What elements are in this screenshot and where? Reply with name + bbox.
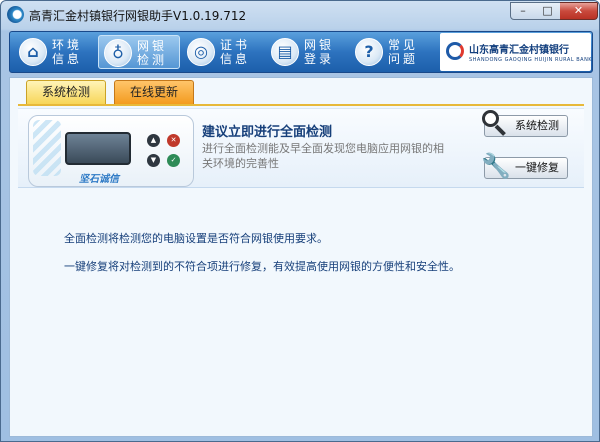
nav-item-faq[interactable]: ? 常见问题 xyxy=(350,35,432,69)
nav-item-label: 网银登录 xyxy=(304,38,335,66)
bank-logo-icon xyxy=(446,42,464,60)
recommendation-title: 建议立即进行全面检测 xyxy=(202,125,333,140)
one-click-repair-label: 一键修复 xyxy=(515,161,559,174)
home-icon: ⌂ xyxy=(19,38,47,66)
info-text-repair: 一键修复将对检测到的不符合项进行修复，有效提高使用网银的方便性和安全性。 xyxy=(64,260,460,273)
device-screen xyxy=(65,132,131,165)
minimize-icon: – xyxy=(520,4,526,17)
nav-item-label: 网银检测 xyxy=(137,39,168,67)
tab-divider xyxy=(18,104,584,106)
login-icon: ▤ xyxy=(271,38,299,66)
stethoscope-icon: ♁ xyxy=(104,39,132,67)
system-check-button[interactable]: 系统检测 xyxy=(482,110,568,137)
app-window: 高青汇金村镇银行网银助手V1.0.19.712 – □ ✕ ⌂ 环境信息 ♁ 网… xyxy=(0,0,600,442)
device-up-icon: ▲ xyxy=(147,134,160,147)
device-down-icon: ▼ xyxy=(147,154,160,167)
bank-name: 山东高青汇金村镇银行 xyxy=(469,45,569,56)
magnifier-icon xyxy=(481,109,511,139)
minimize-button[interactable]: – xyxy=(510,2,536,20)
nav-item-label: 常见问题 xyxy=(388,38,419,66)
question-icon: ? xyxy=(355,38,383,66)
nav-item-label: 证书信息 xyxy=(220,38,251,66)
tab-system-check[interactable]: 系统检测 xyxy=(26,80,106,104)
content-area: 系统检测 在线更新 ▲ ✕ ▼ ✓ 坚石诚信 建议立即进行全面检测 进行全面检测… xyxy=(9,77,593,437)
usb-key-device-image: ▲ ✕ ▼ ✓ 坚石诚信 xyxy=(28,115,194,187)
maximize-icon: □ xyxy=(542,4,553,17)
tab-online-update[interactable]: 在线更新 xyxy=(114,80,194,104)
title-bar[interactable]: 高青汇金村镇银行网银助手V1.0.19.712 – □ ✕ xyxy=(1,1,599,29)
nav-item-login[interactable]: ▤ 网银登录 xyxy=(266,35,348,69)
device-brand: 坚石诚信 xyxy=(79,174,119,185)
one-click-repair-button[interactable]: 🔧 一键修复 xyxy=(481,152,568,180)
close-button[interactable]: ✕ xyxy=(560,2,598,20)
app-logo-icon xyxy=(7,6,24,23)
device-cancel-icon: ✕ xyxy=(167,134,180,147)
bank-name-english: SHANDONG GAOQING HUIJIN RURAL BANK xyxy=(469,57,593,63)
wrench-icon: 🔧 xyxy=(481,152,511,180)
certificate-icon: ◎ xyxy=(187,38,215,66)
device-decoration xyxy=(33,120,61,176)
recommendation-description: 进行全面检测能及早全面发现您电脑应用网银的相关环境的完善性 xyxy=(202,142,444,170)
nav-item-label: 环境信息 xyxy=(52,38,83,66)
nav-item-bank-check[interactable]: ♁ 网银检测 xyxy=(98,35,180,69)
window-title: 高青汇金村镇银行网银助手V1.0.19.712 xyxy=(29,9,247,23)
nav-item-environment[interactable]: ⌂ 环境信息 xyxy=(14,35,96,69)
main-nav: ⌂ 环境信息 ♁ 网银检测 ◎ 证书信息 ▤ 网银登录 ? 常见问题 山东高青汇… xyxy=(9,31,593,73)
device-ok-icon: ✓ xyxy=(167,154,180,167)
system-check-label: 系统检测 xyxy=(515,119,559,132)
close-icon: ✕ xyxy=(573,4,584,17)
maximize-button[interactable]: □ xyxy=(535,2,561,20)
bank-logo: 山东高青汇金村镇银行 SHANDONG GAOQING HUIJIN RURAL… xyxy=(440,33,593,71)
check-panel: ▲ ✕ ▼ ✓ 坚石诚信 建议立即进行全面检测 进行全面检测能及早全面发现您电脑… xyxy=(18,108,584,188)
info-text-full-check: 全面检测将检测您的电脑设置是否符合网银使用要求。 xyxy=(64,232,328,245)
nav-item-certificate[interactable]: ◎ 证书信息 xyxy=(182,35,264,69)
